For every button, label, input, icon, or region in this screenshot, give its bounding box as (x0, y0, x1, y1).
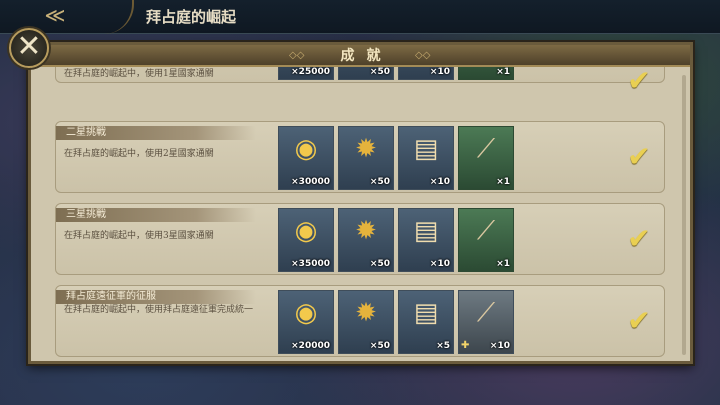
reward-qty: ×25000 (291, 67, 330, 77)
close-icon[interactable]: ✕ (9, 28, 49, 68)
achievement-desc: 在拜占庭的崛起中，使用1星國家通關 (64, 69, 214, 79)
achievement-list[interactable]: 在拜占庭的崛起中，使用1星國家通關 ◉×25000 ✹×50 ▤×10 ⟋×1 … (31, 45, 690, 361)
panel-title: 成就 (340, 48, 393, 64)
checkmark-icon: ✔ (627, 222, 651, 255)
reward-qty: ×10 (429, 177, 450, 187)
achievements-panel: ◇◇ 成就 ◇◇ 在拜占庭的崛起中，使用1星國家通關 ◉×25000 ✹×50 … (28, 42, 693, 364)
reward-qty: ×1 (496, 67, 510, 77)
achievement-desc: 在拜占庭的崛起中，使用2星國家通關 (64, 149, 214, 159)
gold-coins-icon[interactable]: ◉ ×35000 (278, 208, 334, 272)
reward-qty: ×50 (369, 67, 390, 77)
list-scrollbar[interactable] (682, 75, 686, 355)
bow-icon[interactable]: ⟋ ×1 (458, 126, 514, 190)
achievement-title: 二星挑戰 (56, 126, 256, 140)
achievement-row: 三星挑戰 在拜占庭的崛起中，使用3星國家通關 ◉ ×35000 ✹ ×50 ▤ ×10… (55, 203, 665, 275)
panel-header: ◇◇ 成就 ◇◇ (31, 45, 690, 67)
reward-qty: ×1 (496, 259, 510, 269)
achievement-title: 三星挑戰 (56, 208, 256, 222)
gold-coins-icon[interactable]: ◉ ×30000 (278, 126, 334, 190)
header-ornament-left: ◇◇ (289, 50, 305, 61)
checkmark-icon: ✔ (627, 64, 651, 97)
achievement-desc: 在拜占庭的崛起中，使用拜占庭遠征軍完成統一 (64, 305, 254, 315)
reward-qty: ×50 (369, 177, 390, 187)
puzzle-piece-icon: ✚ (461, 340, 470, 351)
reward-qty: ×35000 (291, 259, 330, 269)
reward-qty: ×5 (436, 341, 450, 351)
top-bar: ≪ 拜占庭的崛起 (0, 0, 720, 34)
achievement-row: 二星挑戰 在拜占庭的崛起中，使用2星國家通關 ◉ ×30000 ✹ ×50 ▤ ×10… (55, 121, 665, 193)
map-scroll-icon[interactable]: ▤×10 (398, 126, 454, 190)
back-arrow-icon[interactable]: ≪ (40, 2, 70, 28)
medal-icon[interactable]: ✹×50 (338, 126, 394, 190)
medal-icon[interactable]: ✹×50 (338, 208, 394, 272)
blueprint-scroll-icon[interactable]: ▤ ×5 (398, 290, 454, 354)
gold-coins-icon[interactable]: ◉ ×20000 (278, 290, 334, 354)
reward-qty: ×10 (489, 341, 510, 351)
reward-qty: ×1 (496, 177, 510, 187)
crossbow-icon[interactable]: ⟋×1 (458, 208, 514, 272)
reward-qty: ×30000 (291, 177, 330, 187)
achievement-row: 拜占庭遠征軍的征服 在拜占庭的崛起中，使用拜占庭遠征軍完成統一 ◉ ×20000 … (55, 285, 665, 357)
medal-icon[interactable]: ✹×50 (338, 290, 394, 354)
campaign-title: 拜占庭的崛起 (146, 8, 237, 26)
achievement-desc: 在拜占庭的崛起中，使用3星國家通關 (64, 231, 214, 241)
reward-qty: ×20000 (291, 341, 330, 351)
map-scroll-icon[interactable]: ▤×10 (398, 208, 454, 272)
reward-qty: ×10 (429, 259, 450, 269)
checkmark-icon: ✔ (627, 304, 651, 337)
achievement-title: 拜占庭遠征軍的征服 (56, 290, 256, 304)
reward-qty: ×50 (369, 341, 390, 351)
warship-icon[interactable]: ⟋ ✚ ×10 (458, 290, 514, 354)
reward-qty: ×10 (429, 67, 450, 77)
header-ornament-right: ◇◇ (415, 50, 431, 61)
reward-qty: ×50 (369, 259, 390, 269)
checkmark-icon: ✔ (627, 140, 651, 173)
